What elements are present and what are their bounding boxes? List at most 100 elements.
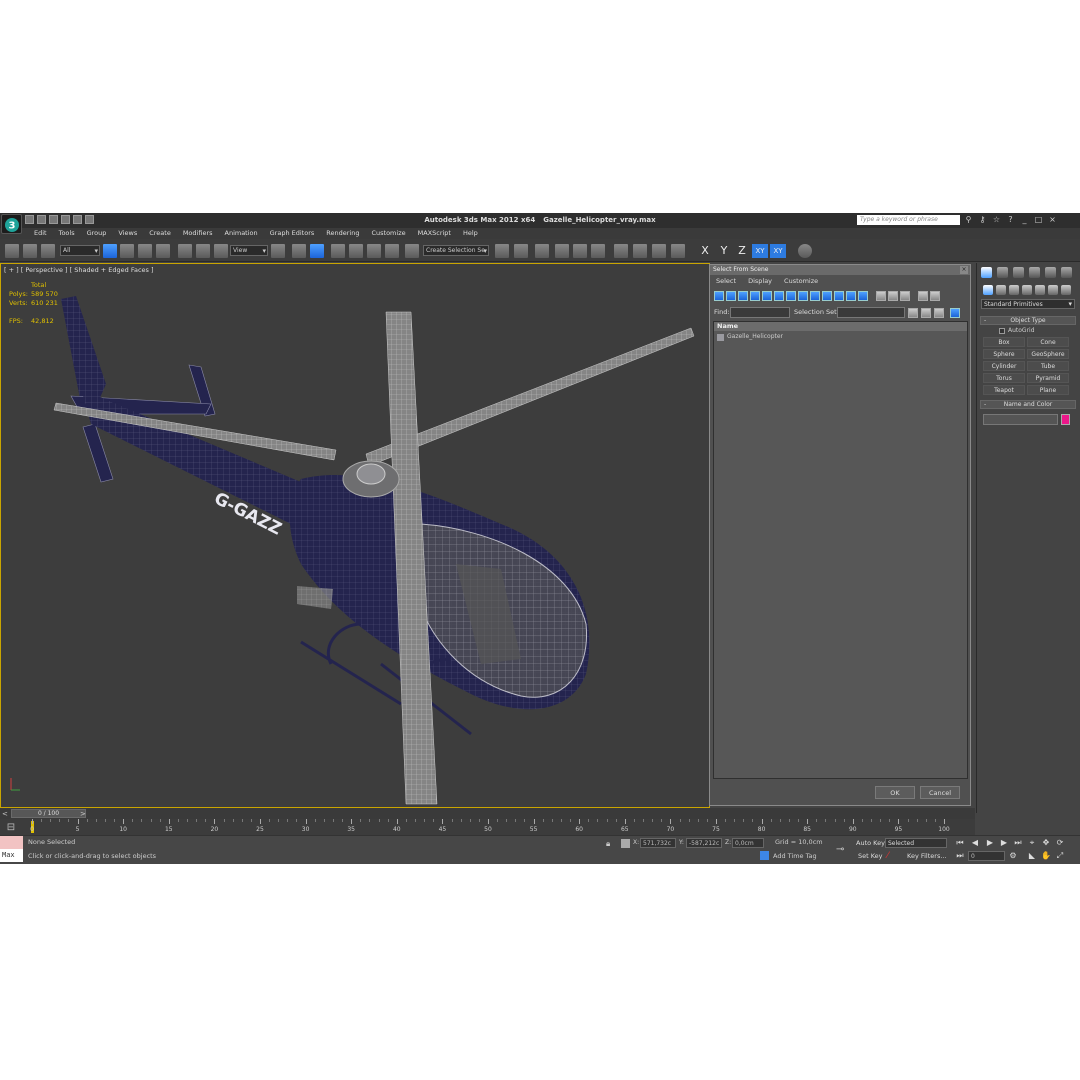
sync-selection-icon[interactable] (930, 291, 940, 301)
application-menu-button[interactable]: 3 (1, 214, 22, 234)
dialog-title[interactable]: Select From Scene (710, 265, 970, 275)
close-icon[interactable]: × (1048, 215, 1057, 224)
time-config-icon[interactable]: ⚙ (1008, 851, 1018, 861)
track-bar[interactable]: ⊟ 0 5 10 15 20 25 30 35 40 45 50 55 60 65 70 75 80 85 90 95… (0, 819, 975, 835)
display-tab-icon[interactable] (1045, 267, 1056, 278)
edit-named-selection-icon[interactable] (405, 244, 419, 258)
named-selection-set-dropdown[interactable]: Create Selection Se (423, 245, 489, 256)
pyramid-button[interactable]: Pyramid (1027, 373, 1069, 383)
scale-icon[interactable] (214, 244, 228, 258)
lock-selection-icon[interactable]: 🔒︎ (606, 839, 610, 849)
autogrid-checkbox[interactable]: AutoGrid (999, 327, 1035, 334)
axis-xy-button[interactable]: XY (752, 244, 768, 258)
display-cameras-icon[interactable] (750, 291, 760, 301)
zoom-icon[interactable]: ⌖ (1027, 838, 1037, 848)
systems-category-icon[interactable] (1061, 285, 1071, 295)
menu-group[interactable]: Group (81, 228, 113, 239)
menu-animation[interactable]: Animation (219, 228, 264, 239)
pan-icon[interactable]: ✥ (1041, 838, 1051, 848)
box-button[interactable]: Box (983, 337, 1025, 347)
object-category-dropdown[interactable]: Standard Primitives (981, 299, 1075, 309)
align-icon[interactable] (514, 244, 528, 258)
play-icon[interactable]: ▶ (985, 838, 995, 848)
schematic-view-icon[interactable] (591, 244, 605, 258)
display-hidden-icon[interactable] (846, 291, 856, 301)
geometry-category-icon[interactable] (983, 285, 993, 295)
menu-create[interactable]: Create (143, 228, 177, 239)
slider-prev-icon[interactable]: < (2, 810, 8, 818)
selection-set-dropdown[interactable] (837, 307, 905, 318)
current-frame-field[interactable]: 0 (968, 851, 1005, 861)
help-search-input[interactable]: Type a keyword or phrase (857, 215, 960, 225)
key-mode-toggle-icon[interactable]: ⏭ (955, 851, 965, 861)
display-frozen-icon[interactable] (834, 291, 844, 301)
menu-views[interactable]: Views (112, 228, 143, 239)
display-all-icon[interactable] (858, 291, 868, 301)
rendered-frame-window-icon[interactable] (652, 244, 666, 258)
select-invert-icon[interactable] (900, 291, 910, 301)
curve-editor-icon[interactable] (573, 244, 587, 258)
plane-button[interactable]: Plane (1027, 385, 1069, 395)
z-coord-field[interactable]: 0,0cm (732, 838, 764, 848)
rotate-icon[interactable] (196, 244, 210, 258)
list-item[interactable]: Gazelle_Helicopter (717, 333, 783, 341)
dialog-close-icon[interactable]: × (960, 266, 968, 274)
help-icon[interactable]: ? (1006, 215, 1015, 224)
geosphere-button[interactable]: GeoSphere (1027, 349, 1069, 359)
minimize-icon[interactable]: _ (1020, 215, 1029, 224)
ok-button[interactable]: OK (875, 786, 915, 799)
object-type-rollout[interactable]: Object Type (980, 316, 1076, 325)
display-lights-icon[interactable] (738, 291, 748, 301)
display-spacewarps-icon[interactable] (774, 291, 784, 301)
add-time-tag[interactable]: Add Time Tag (760, 851, 817, 860)
axis-x-button[interactable]: X (697, 244, 713, 258)
x-coord-field[interactable]: 571,732c (640, 838, 676, 848)
cameras-category-icon[interactable] (1022, 285, 1032, 295)
display-groups-icon[interactable] (786, 291, 796, 301)
reference-coordinate-dropdown[interactable]: View (230, 245, 268, 256)
star-icon[interactable]: ☆ (992, 215, 1001, 224)
selection-set-highlight-icon[interactable] (950, 308, 960, 318)
dialog-menu-customize[interactable]: Customize (784, 276, 818, 287)
display-helpers-icon[interactable] (762, 291, 772, 301)
next-frame-icon[interactable]: ▶ (999, 838, 1009, 848)
key-icon[interactable]: ⚷ (978, 215, 987, 224)
slider-next-icon[interactable]: > (80, 810, 86, 818)
utilities-tab-icon[interactable] (1061, 267, 1072, 278)
modify-tab-icon[interactable] (997, 267, 1008, 278)
window-crossing-icon[interactable] (156, 244, 170, 258)
prev-frame-icon[interactable]: ◀ (970, 838, 980, 848)
auto-key-button[interactable]: Auto Key (856, 839, 885, 847)
move-icon[interactable] (178, 244, 192, 258)
menu-graph-editors[interactable]: Graph Editors (264, 228, 321, 239)
helicopter-model[interactable]: G-GAZZ (1, 264, 709, 807)
select-manipulate-icon[interactable] (292, 244, 306, 258)
select-object-icon[interactable] (103, 244, 117, 258)
select-all-icon[interactable] (876, 291, 886, 301)
key-mode-dropdown[interactable]: Selected (885, 838, 947, 848)
selection-filter-dropdown[interactable]: All (60, 245, 100, 256)
hierarchy-tab-icon[interactable] (1013, 267, 1024, 278)
render-production-icon[interactable] (671, 244, 685, 258)
set-key-button[interactable]: Set Key (858, 852, 883, 860)
goto-start-icon[interactable]: ⏮ (955, 838, 965, 848)
link-icon[interactable] (5, 244, 19, 258)
menu-tools[interactable]: Tools (53, 228, 81, 239)
selection-set-edit-icon[interactable] (934, 308, 944, 318)
dialog-menu-display[interactable]: Display (748, 276, 772, 287)
find-input[interactable] (730, 307, 790, 318)
key-filters-button[interactable]: Key Filters... (907, 852, 947, 860)
menu-help[interactable]: Help (457, 228, 484, 239)
display-shapes-icon[interactable] (726, 291, 736, 301)
graphite-toggle-icon[interactable] (555, 244, 569, 258)
object-color-swatch[interactable] (1061, 414, 1070, 425)
unlink-icon[interactable] (23, 244, 37, 258)
viewport-shading-icon[interactable] (798, 244, 812, 258)
layer-manager-icon[interactable] (535, 244, 549, 258)
menu-modifiers[interactable]: Modifiers (177, 228, 219, 239)
lights-category-icon[interactable] (1009, 285, 1019, 295)
render-setup-icon[interactable] (633, 244, 647, 258)
orbit-icon[interactable]: ⟳ (1055, 838, 1065, 848)
display-geometry-icon[interactable] (714, 291, 724, 301)
name-and-color-rollout[interactable]: Name and Color (980, 400, 1076, 409)
